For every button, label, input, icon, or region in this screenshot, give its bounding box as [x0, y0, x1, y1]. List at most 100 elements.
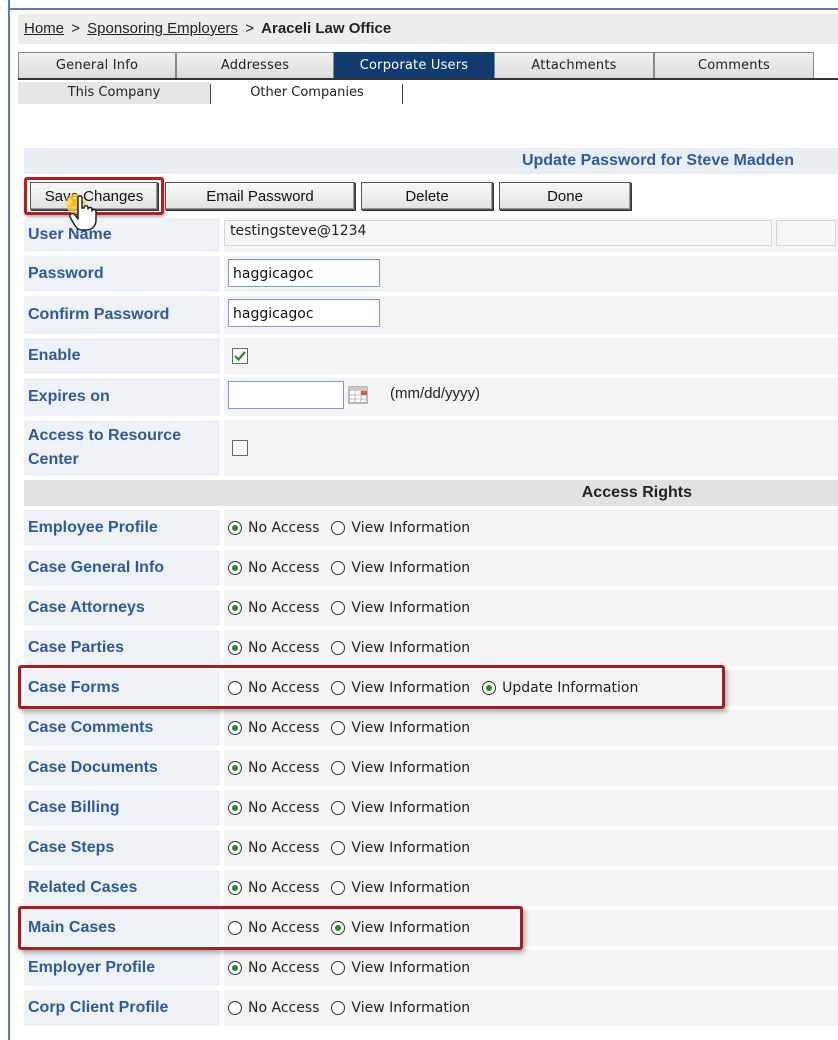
resource-center-checkbox[interactable]: [232, 440, 248, 456]
username-extra-box: [776, 220, 836, 246]
email-password-button[interactable]: Email Password: [165, 182, 355, 210]
username-label: User Name: [24, 218, 220, 252]
hand-cursor-icon: [66, 192, 97, 231]
radio-label-view-information: View Information: [351, 960, 471, 976]
subtab-other-companies[interactable]: Other Companies: [212, 82, 402, 104]
breadcrumb-separator: >: [71, 20, 80, 37]
access-right-options: No Access View Information: [224, 590, 838, 626]
username-row: User Name testingsteve@1234: [24, 218, 838, 252]
subtab-bar: This Company Other Companies: [18, 80, 838, 106]
enable-checkbox[interactable]: [232, 348, 248, 364]
radio-label-view-information: View Information: [351, 600, 471, 616]
radio-label-view-information: View Information: [351, 560, 471, 576]
radio-label-no-access: No Access: [248, 520, 320, 536]
access-radio-group: No Access View Information: [228, 510, 482, 546]
date-format-hint: (mm/dd/yyyy): [390, 385, 480, 402]
radio-label-view-information: View Information: [351, 800, 471, 816]
access-right-options: No Access View Information: [224, 550, 838, 586]
radio-label-view-information: View Information: [351, 840, 471, 856]
window-border-left: [8, 0, 10, 1040]
done-button[interactable]: Done: [499, 182, 631, 210]
radio-label-no-access: No Access: [248, 600, 320, 616]
radio-no-access[interactable]: [228, 721, 242, 735]
access-radio-group: No Access View Information: [228, 710, 482, 746]
breadcrumb-separator: >: [245, 20, 254, 37]
radio-no-access[interactable]: [228, 881, 242, 895]
radio-view-information[interactable]: [331, 721, 346, 735]
subtab-this-company[interactable]: This Company: [18, 82, 210, 104]
update-password-header: Update Password for Steve Madden: [24, 148, 838, 174]
radio-no-access[interactable]: [228, 641, 242, 655]
breadcrumb: Home > Sponsoring Employers > Araceli La…: [18, 14, 838, 44]
subtab-divider: [402, 84, 403, 104]
radio-view-information[interactable]: [331, 641, 346, 655]
radio-label-view-information: View Information: [351, 720, 471, 736]
access-radio-group: No Access View Information: [228, 950, 482, 986]
access-right-options: No Access View Information: [224, 950, 838, 986]
resource-center-cell: [224, 420, 838, 476]
breadcrumb-sponsoring-employers-link[interactable]: Sponsoring Employers: [87, 20, 238, 37]
calendar-icon[interactable]: [348, 386, 368, 404]
access-right-label: Case Billing: [24, 790, 220, 826]
subtab-divider: [210, 84, 211, 104]
access-right-row: Employee Profile No Access View Informatio…: [24, 510, 838, 546]
access-right-label: Case Parties: [24, 630, 220, 666]
radio-view-information[interactable]: [331, 961, 346, 975]
radio-no-access[interactable]: [228, 801, 242, 815]
confirm-password-input[interactable]: haggicagoc: [228, 299, 380, 327]
radio-label-no-access: No Access: [248, 840, 320, 856]
password-input[interactable]: haggicagoc: [228, 259, 380, 287]
access-radio-group: No Access View Information: [228, 550, 482, 586]
access-right-label: Related Cases: [24, 870, 220, 906]
resource-center-label: Access to Resource Center: [24, 420, 220, 476]
access-radio-group: No Access View Information: [228, 830, 482, 866]
enable-label: Enable: [24, 338, 220, 374]
radio-label-view-information: View Information: [351, 520, 471, 536]
access-radio-group: No Access View Information: [228, 790, 482, 826]
radio-label-no-access: No Access: [248, 640, 320, 656]
expires-input[interactable]: [228, 381, 344, 409]
radio-view-information[interactable]: [331, 521, 346, 535]
expires-row: Expires on (mm/dd/yyyy): [24, 378, 838, 416]
radio-view-information[interactable]: [331, 881, 346, 895]
access-radio-group: No Access View Information: [228, 990, 482, 1026]
radio-no-access[interactable]: [228, 1001, 242, 1015]
access-radio-group: No Access View Information: [228, 870, 482, 906]
radio-no-access[interactable]: [228, 601, 242, 615]
access-right-label: Employer Profile: [24, 950, 220, 986]
tab-addresses[interactable]: Addresses: [176, 52, 334, 78]
radio-no-access[interactable]: [228, 521, 242, 535]
confirm-password-row: Confirm Password haggicagoc: [24, 296, 838, 334]
username-value: testingsteve@1234: [230, 223, 367, 239]
access-radio-group: No Access View Information: [228, 590, 482, 626]
radio-no-access[interactable]: [228, 761, 242, 775]
access-right-label: Case Documents: [24, 750, 220, 786]
access-right-row: Case General Info No Access View Informati…: [24, 550, 838, 586]
radio-label-no-access: No Access: [248, 1000, 320, 1016]
enable-row: Enable: [24, 338, 838, 374]
tab-general-info[interactable]: General Info: [18, 52, 176, 78]
tab-corporate-users[interactable]: Corporate Users: [334, 52, 494, 78]
page-content: Home > Sponsoring Employers > Araceli La…: [18, 14, 838, 1040]
access-right-row: Case Steps No Access View Information: [24, 830, 838, 866]
access-right-options: No Access View Information: [224, 510, 838, 546]
delete-button[interactable]: Delete: [361, 182, 493, 210]
access-right-row: Case Billing No Access View Information: [24, 790, 838, 826]
radio-no-access[interactable]: [228, 841, 242, 855]
access-right-label: Case Steps: [24, 830, 220, 866]
access-right-options: No Access View Information: [224, 990, 838, 1026]
radio-view-information[interactable]: [331, 761, 346, 775]
radio-label-no-access: No Access: [248, 960, 320, 976]
access-right-options: No Access View Information: [224, 790, 838, 826]
radio-view-information[interactable]: [331, 801, 346, 815]
radio-view-information[interactable]: [331, 601, 346, 615]
tab-attachments[interactable]: Attachments: [494, 52, 654, 78]
access-radio-group: No Access View Information: [228, 630, 482, 666]
tab-comments[interactable]: Comments: [654, 52, 814, 78]
breadcrumb-home-link[interactable]: Home: [24, 20, 64, 37]
radio-view-information[interactable]: [331, 1001, 346, 1015]
radio-no-access[interactable]: [228, 961, 242, 975]
radio-no-access[interactable]: [228, 561, 242, 575]
radio-view-information[interactable]: [331, 561, 346, 575]
radio-view-information[interactable]: [331, 841, 346, 855]
